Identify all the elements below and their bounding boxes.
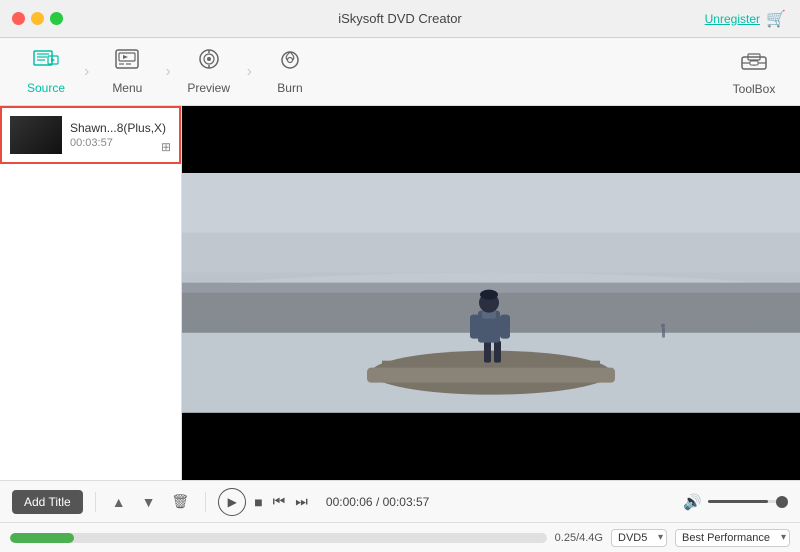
dvd-select[interactable]: DVD5 DVD9 [611, 529, 667, 547]
time-current: 00:00:06 [326, 495, 373, 509]
playback-controls: ▶ ■ ⏮ ⏭ [218, 488, 310, 516]
close-button[interactable] [12, 12, 25, 25]
volume-slider[interactable] [708, 500, 788, 503]
tab-burn[interactable]: Burn [254, 42, 326, 102]
traffic-lights [12, 12, 63, 25]
main-content: Shawn...8(Plus,X) 00:03:57 ⊞ [0, 106, 800, 480]
stop-button[interactable]: ■ [252, 492, 264, 512]
video-item-0[interactable]: Shawn...8(Plus,X) 00:03:57 ⊞ [0, 106, 181, 164]
menu-icon [114, 48, 140, 77]
source-icon [33, 48, 59, 77]
tab-menu-label: Menu [112, 81, 142, 95]
video-scene [182, 106, 800, 480]
toolbox-icon [740, 47, 768, 78]
time-separator: / [376, 495, 383, 509]
tab-toolbox[interactable]: ToolBox [718, 42, 790, 102]
burn-icon [277, 48, 303, 77]
preview-icon [196, 48, 222, 77]
video-name: Shawn...8(Plus,X) [70, 121, 170, 135]
arrow-3: › [247, 63, 252, 81]
progress-bar-fill [10, 533, 74, 543]
letterbox-bottom [182, 413, 800, 480]
volume-icon: 🔊 [683, 493, 702, 511]
separator-2 [205, 492, 206, 512]
prev-button[interactable]: ⏮ [271, 491, 288, 512]
volume-area: 🔊 [683, 493, 788, 511]
video-frame [182, 173, 800, 412]
quality-select[interactable]: Best Performance High Quality Standard [675, 529, 790, 547]
app-title: iSkysoft DVD Creator [338, 11, 462, 26]
play-button[interactable]: ▶ [218, 488, 246, 516]
add-title-button[interactable]: Add Title [12, 490, 83, 514]
progress-bar-container [10, 533, 547, 543]
tab-source-label: Source [27, 81, 65, 95]
dvd-select-wrapper[interactable]: DVD5 DVD9 [611, 529, 667, 547]
quality-select-wrapper[interactable]: Best Performance High Quality Standard [675, 529, 790, 547]
tab-preview-label: Preview [187, 81, 230, 95]
status-bar: 0.25/4.4G DVD5 DVD9 Best Performance Hig… [0, 522, 800, 552]
delete-button[interactable]: 🗑 [167, 489, 193, 514]
video-thumbnail [10, 116, 62, 154]
playback-controls-bar: Add Title ▲ ▼ 🗑 ▶ ■ ⏮ ⏭ 00:00:06 / 00:03… [0, 480, 800, 522]
next-button[interactable]: ⏭ [293, 491, 310, 512]
volume-fill [708, 500, 768, 503]
arrow-1: › [84, 63, 89, 81]
toolbar: Source › Menu › Preview [0, 38, 800, 106]
edit-icon[interactable]: ⊞ [161, 140, 171, 154]
tab-menu[interactable]: Menu [91, 42, 163, 102]
cart-icon[interactable]: 🛒 [766, 9, 786, 29]
tab-preview[interactable]: Preview [173, 42, 245, 102]
storage-text: 0.25/4.4G [555, 532, 603, 544]
letterbox-top [182, 106, 800, 173]
move-down-button[interactable]: ▼ [138, 490, 160, 514]
time-total: 00:03:57 [383, 495, 430, 509]
video-duration: 00:03:57 [70, 137, 171, 149]
title-bar: iSkysoft DVD Creator Unregister 🛒 [0, 0, 800, 38]
maximize-button[interactable] [50, 12, 63, 25]
minimize-button[interactable] [31, 12, 44, 25]
move-up-button[interactable]: ▲ [108, 490, 130, 514]
preview-area [182, 106, 800, 480]
unregister-link[interactable]: Unregister [705, 12, 760, 26]
time-display: 00:00:06 / 00:03:57 [326, 495, 429, 509]
left-panel: Shawn...8(Plus,X) 00:03:57 ⊞ [0, 106, 182, 480]
toolbox-label: ToolBox [733, 82, 776, 96]
tab-source[interactable]: Source [10, 42, 82, 102]
separator-1 [95, 492, 96, 512]
video-info: Shawn...8(Plus,X) 00:03:57 [70, 121, 171, 149]
volume-thumb[interactable] [776, 496, 788, 508]
arrow-2: › [165, 63, 170, 81]
tab-burn-label: Burn [277, 81, 302, 95]
